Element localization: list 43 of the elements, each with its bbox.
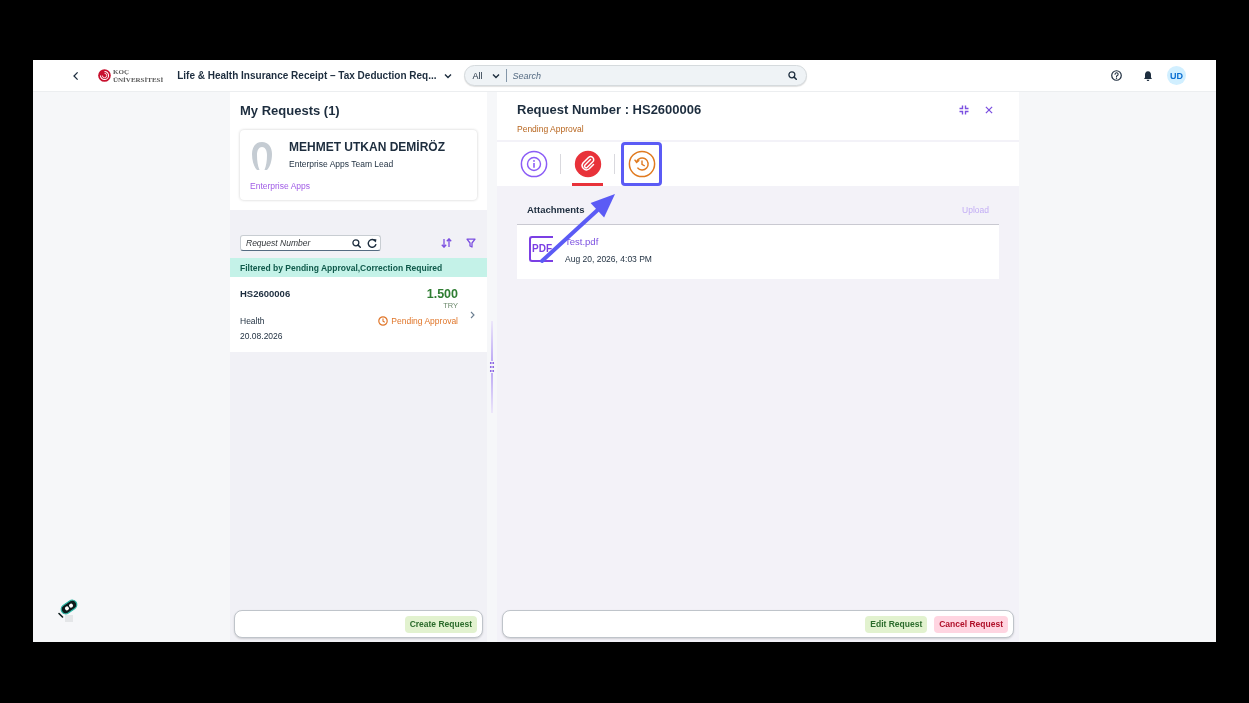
chevron-right-icon: [470, 310, 475, 319]
person-silhouette-icon: [250, 141, 274, 171]
status-text: Pending Approval: [391, 315, 458, 327]
section-title: Attachments: [527, 204, 585, 216]
panel-title: My Requests (1): [240, 102, 341, 120]
department-link[interactable]: Enterprise Apps: [250, 180, 467, 192]
file-date: Aug 20, 2026, 4:03 PM: [565, 253, 652, 265]
exit-fullscreen-icon[interactable]: [959, 105, 969, 115]
request-type: Health: [240, 315, 265, 327]
sort-icon[interactable]: [441, 238, 452, 248]
app-title-dropdown[interactable]: Life & Health Insurance Receipt – Tax Deduction Req...: [177, 70, 452, 81]
search-field[interactable]: Request Number: [240, 235, 381, 251]
caret-down-icon: [491, 72, 500, 79]
filter-icon[interactable]: [466, 238, 476, 248]
status-text: Pending Approval: [517, 123, 585, 135]
amount: 1.500: [426, 287, 458, 301]
user-avatar[interactable]: UD: [1167, 66, 1186, 85]
request-date: 20.08.2026: [240, 330, 284, 342]
scope-dropdown[interactable]: All: [472, 70, 500, 81]
action-button[interactable]: Edit Request: [865, 615, 928, 633]
filter-info-bar: Filtered by Pending Approval,Correction Required: [230, 258, 487, 277]
help-icon[interactable]: [1111, 70, 1122, 81]
swirl-logo-icon: [98, 69, 111, 82]
search-icon[interactable]: [352, 238, 361, 248]
refresh-icon[interactable]: [367, 238, 377, 248]
search-icon[interactable]: [787, 71, 797, 80]
back-icon[interactable]: [72, 70, 80, 81]
search-bar[interactable]: All Search: [463, 65, 807, 86]
file-link[interactable]: Test.pdf: [565, 236, 652, 248]
search-input[interactable]: Request Number: [246, 237, 346, 249]
request-number: HS2600006: [240, 287, 291, 301]
employee-role: Enterprise Apps Team Lead: [289, 158, 395, 170]
close-icon[interactable]: [985, 106, 993, 114]
caret-down-icon: [443, 72, 452, 79]
history-tab[interactable]: [621, 142, 662, 186]
search-input[interactable]: Search: [512, 69, 788, 82]
clock-icon: [378, 316, 389, 326]
bell-icon[interactable]: [1143, 70, 1153, 81]
action-button[interactable]: Create Request: [404, 615, 477, 633]
cancel-button[interactable]: Cancel Request: [934, 615, 1008, 633]
file-type-badge: PDF: [529, 236, 553, 262]
employee-name: MEHMET UTKAN DEMİRÖZ: [289, 139, 445, 155]
detail-title: Request Number : HS2600006: [517, 102, 702, 118]
